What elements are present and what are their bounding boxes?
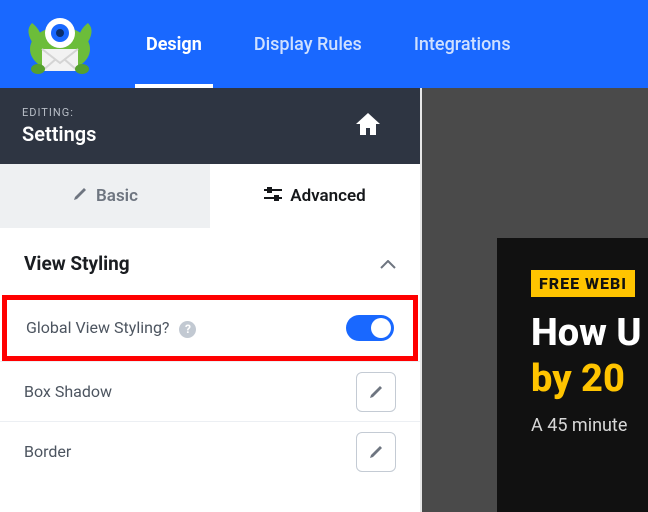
promo-heading-2: by 20 [531, 357, 648, 401]
help-icon[interactable]: ? [179, 321, 196, 338]
main-area: EDITING: Settings Basic [0, 88, 648, 512]
tab-integrations[interactable]: Integrations [388, 0, 537, 88]
subtab-basic[interactable]: Basic [0, 164, 210, 228]
subtab-advanced-label: Advanced [290, 186, 366, 206]
global-view-styling-toggle[interactable] [346, 315, 394, 341]
home-icon[interactable] [356, 113, 380, 139]
subtab-advanced[interactable]: Advanced [210, 164, 420, 228]
tab-display-rules[interactable]: Display Rules [228, 0, 388, 88]
box-shadow-label: Box Shadow [24, 382, 112, 401]
promo-subtext: A 45 minute [531, 415, 648, 436]
row-box-shadow: Box Shadow [0, 361, 420, 421]
promo-badge: FREE WEBI [531, 270, 635, 297]
promo-card: FREE WEBI How U by 20 A 45 minute [497, 238, 648, 512]
subtab-basic-label: Basic [96, 186, 138, 206]
sliders-icon [264, 186, 282, 206]
subtabs: Basic Advanced [0, 164, 420, 228]
promo-heading-1: How U [531, 311, 648, 355]
row-global-view-styling: Global View Styling? ? [2, 295, 418, 361]
nav-tabs: Design Display Rules Integrations [120, 0, 537, 88]
top-nav-bar: Design Display Rules Integrations [0, 0, 648, 88]
section-view-styling[interactable]: View Styling [0, 228, 420, 295]
global-view-styling-label: Global View Styling? [26, 318, 169, 337]
border-edit-button[interactable] [356, 432, 396, 472]
pencil-icon [72, 186, 88, 207]
settings-sidebar: EDITING: Settings Basic [0, 88, 422, 512]
brand-logo [20, 4, 100, 84]
section-view-styling-title: View Styling [24, 252, 130, 275]
preview-pane: FREE WEBI How U by 20 A 45 minute [422, 88, 648, 512]
border-label: Border [24, 442, 71, 461]
row-border: Border [0, 421, 420, 481]
editing-bar: EDITING: Settings [0, 88, 420, 164]
editing-title: Settings [22, 122, 96, 146]
tab-design[interactable]: Design [120, 0, 228, 88]
editing-label: EDITING: [22, 106, 96, 119]
box-shadow-edit-button[interactable] [356, 372, 396, 412]
chevron-up-icon [380, 252, 396, 275]
